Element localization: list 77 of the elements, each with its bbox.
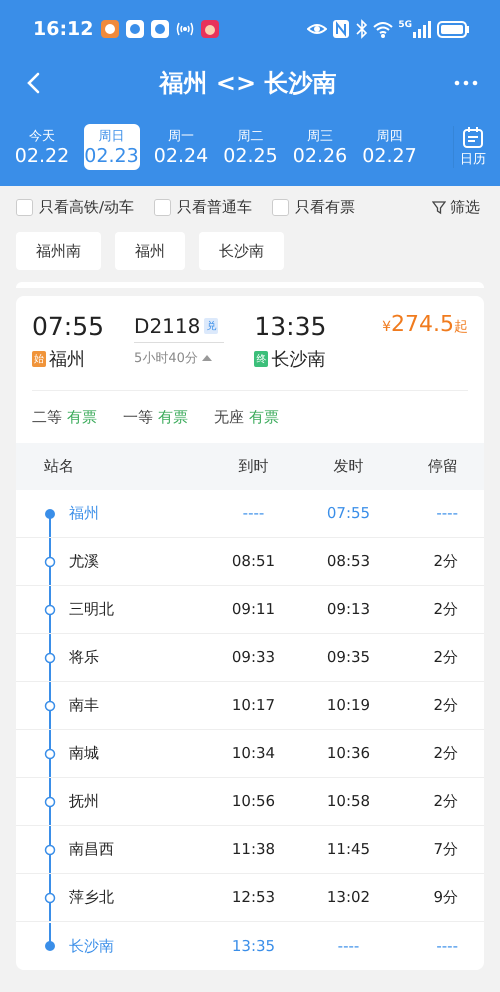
departure-cell-text: 07:55: [326, 503, 372, 524]
arrival-cell-text: 10:56: [230, 791, 276, 812]
arrival-cell-text: 13:35: [230, 936, 276, 956]
seat-availability: 有票: [158, 408, 188, 426]
redeem-tag: 兑: [204, 318, 218, 334]
departure-time: 07:55: [32, 312, 104, 341]
stay-cell-text: 2分: [432, 743, 459, 764]
departure-cell-text: 10:19: [326, 695, 372, 716]
arrival-cell-text: 09:33: [230, 647, 276, 668]
stay-cell-text: 2分: [432, 695, 459, 716]
seat-availability: 有票: [67, 408, 97, 426]
stay-cell-text: 9分: [432, 887, 459, 908]
stay-cell-text: ----: [435, 936, 459, 956]
filter-button[interactable]: 筛选: [432, 198, 480, 216]
station-name: 南城: [69, 743, 99, 764]
arrival-cell-text: 09:11: [230, 599, 276, 620]
origin-tag: 始: [32, 351, 46, 367]
column-header: 到时: [238, 457, 270, 476]
clock-time: 16:12: [33, 18, 94, 40]
departure-cell-text: 10:36: [326, 743, 372, 764]
stay-cell-text: 7分: [432, 839, 459, 860]
stay-cell-text: 2分: [432, 551, 459, 572]
train-number: D2118: [134, 314, 200, 338]
arrival-cell-text: 10:34: [230, 743, 276, 764]
stay-cell-text: 2分: [432, 599, 459, 620]
station-name: 三明北: [69, 599, 114, 620]
date-tab[interactable]: 周二 02.25: [222, 124, 278, 170]
departure-cell-text: 13:02: [326, 887, 372, 908]
arrival-cell-text: 08:51: [230, 551, 276, 572]
departure-cell-text: 10:58: [326, 791, 372, 812]
page-title: 福州 <> 长沙南: [158, 68, 338, 99]
ticket-price: ¥274.5起: [382, 312, 468, 339]
station-name: 南昌西: [69, 839, 114, 860]
station-name: 南丰: [69, 695, 99, 716]
stay-cell-text: ----: [435, 503, 459, 524]
filter-checkbox[interactable]: 只看普通车: [154, 198, 252, 216]
departure-cell-text: 09:35: [326, 647, 372, 668]
departure-station: 福州: [49, 348, 85, 371]
arrival-station: 长沙南: [271, 348, 326, 371]
column-header: 发时: [332, 457, 364, 476]
seat-class: 无座: [214, 408, 244, 426]
station-chip[interactable]: 福州南: [16, 232, 101, 270]
date-tab[interactable]: 周一 02.24: [153, 124, 209, 170]
stay-cell-text: 2分: [432, 647, 459, 668]
station-chip[interactable]: 福州: [115, 232, 185, 270]
arrival-cell-text: 12:53: [230, 887, 276, 908]
seat-class: 二等: [32, 408, 62, 426]
column-header: 停留: [427, 457, 459, 476]
calendar-button[interactable]: 日历: [453, 126, 492, 168]
station-name: 福州: [69, 503, 99, 524]
seat-availability: 有票: [249, 408, 279, 426]
network-label: 5G: [398, 20, 412, 30]
station-name: 长沙南: [69, 936, 114, 956]
duration-toggle[interactable]: 5小时40分: [134, 349, 212, 367]
station-name: 将乐: [69, 647, 99, 668]
stay-cell-text: 2分: [432, 791, 459, 812]
departure-cell-text: 09:13: [326, 599, 372, 620]
arrival-time: 13:35: [254, 312, 326, 341]
station-chip[interactable]: 长沙南: [199, 232, 284, 270]
date-tab[interactable]: 周三 02.26: [292, 124, 348, 170]
station-name: 萍乡北: [69, 887, 114, 908]
departure-cell-text: ----: [336, 936, 360, 956]
departure-cell-text: 08:53: [326, 551, 372, 572]
date-tab[interactable]: 周日 02.23: [84, 124, 140, 170]
station-name: 尤溪: [69, 551, 99, 572]
departure-cell-text: 11:45: [326, 839, 372, 860]
date-tab[interactable]: 今天 02.22: [14, 124, 70, 170]
arrival-cell-text: ----: [242, 503, 266, 524]
filter-checkbox[interactable]: 只看有票: [272, 198, 356, 216]
date-tab[interactable]: 周四 02.27: [362, 124, 418, 170]
column-header: 站名: [43, 457, 75, 476]
station-name: 抚州: [69, 791, 99, 812]
terminal-tag: 终: [254, 351, 268, 367]
arrival-cell-text: 11:38: [230, 839, 276, 860]
seat-class: 一等: [123, 408, 153, 426]
arrival-cell-text: 10:17: [230, 695, 276, 716]
filter-checkbox[interactable]: 只看高铁/动车: [16, 198, 134, 216]
